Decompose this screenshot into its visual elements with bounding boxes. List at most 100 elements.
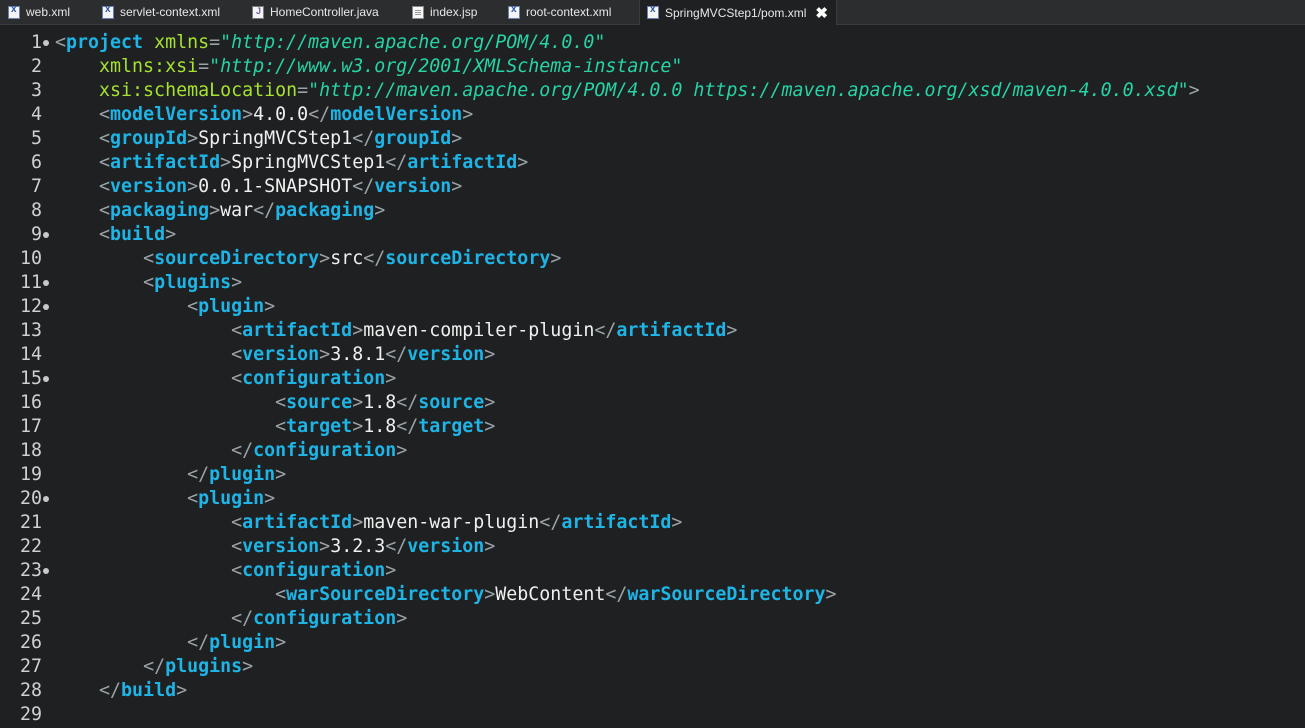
code-token: warSourceDirectory — [627, 584, 826, 605]
code-line[interactable]: 17 <target>1.8</target> — [0, 415, 1305, 439]
code-token: > — [484, 584, 496, 605]
code-token: > — [550, 248, 562, 269]
code-line[interactable]: 13 <artifactId>maven-compiler-plugin</ar… — [0, 319, 1305, 343]
tab-web-xml[interactable]: web.xml — [8, 0, 70, 24]
code-line[interactable]: 14 <version>3.8.1</version> — [0, 343, 1305, 367]
code-line[interactable]: 5 <groupId>SpringMVCStep1</groupId> — [0, 127, 1305, 151]
code-line[interactable]: 11 <plugins> — [0, 271, 1305, 295]
tab-homecontroller-java[interactable]: HomeController.java — [252, 0, 379, 24]
code-line[interactable]: 10 <sourceDirectory>src</sourceDirectory… — [0, 247, 1305, 271]
fold-toggle-icon[interactable] — [43, 280, 49, 286]
code-token: < — [231, 344, 243, 365]
code-line[interactable]: 2 xmlns:xsi="http://www.w3.org/2001/XMLS… — [0, 55, 1305, 79]
code-line[interactable]: 26 </plugin> — [0, 631, 1305, 655]
code-token: xmlns:xsi — [99, 56, 199, 77]
tab-label: index.jsp — [430, 5, 478, 19]
code-token: > — [275, 464, 287, 485]
code-token: packaging — [275, 200, 375, 221]
code-line[interactable]: 3 xsi:schemaLocation="http://maven.apach… — [0, 79, 1305, 103]
code-token: > — [1188, 80, 1200, 101]
code-token: version — [407, 536, 485, 557]
code-line[interactable]: 15 <configuration> — [0, 367, 1305, 391]
code-token: > — [451, 176, 463, 197]
code-text: </configuration> — [55, 607, 407, 631]
code-token: > — [484, 416, 496, 437]
fold-toggle-icon[interactable] — [43, 304, 49, 310]
fold-toggle-icon[interactable] — [43, 376, 49, 382]
code-token: build — [110, 224, 166, 245]
fold-toggle-icon[interactable] — [43, 40, 49, 46]
xml-file-icon — [647, 4, 659, 19]
fold-toggle-icon[interactable] — [43, 496, 49, 502]
close-icon[interactable]: ✖ — [815, 4, 828, 22]
code-token: > — [385, 560, 397, 581]
code-line[interactable]: 4 <modelVersion>4.0.0</modelVersion> — [0, 103, 1305, 127]
code-token: </ — [187, 632, 210, 653]
code-token: version — [374, 176, 452, 197]
tab-label: web.xml — [26, 5, 71, 19]
code-line[interactable]: 27 </plugins> — [0, 655, 1305, 679]
code-token: plugin — [209, 632, 276, 653]
code-token: artifactId — [561, 512, 672, 533]
line-number: 5 — [30, 128, 42, 149]
code-line[interactable]: 7 <version>0.0.1-SNAPSHOT</version> — [0, 175, 1305, 199]
tab-servlet-context-xml[interactable]: servlet-context.xml — [102, 0, 220, 24]
code-token: > — [396, 608, 408, 629]
code-token: > — [671, 512, 683, 533]
code-token: < — [275, 416, 287, 437]
code-token: "http://maven.apache.org/POM/4.0.0 https… — [308, 80, 1189, 101]
line-number: 18 — [19, 440, 42, 461]
tab-label: SpringMVCStep1/pom.xml — [665, 5, 807, 20]
code-token: "http://www.w3.org/2001/XMLSchema-instan… — [209, 56, 683, 77]
code-token: > — [319, 536, 331, 557]
code-token: < — [99, 200, 111, 221]
code-line[interactable]: 6 <artifactId>SpringMVCStep1</artifactId… — [0, 151, 1305, 175]
code-token: > — [396, 440, 408, 461]
code-line[interactable]: 18 </configuration> — [0, 439, 1305, 463]
code-line[interactable]: 20 <plugin> — [0, 487, 1305, 511]
code-line[interactable]: 9 <build> — [0, 223, 1305, 247]
line-number: 13 — [19, 320, 42, 341]
line-number: 22 — [19, 536, 42, 557]
code-line[interactable]: 16 <source>1.8</source> — [0, 391, 1305, 415]
code-text: <target>1.8</target> — [55, 415, 495, 439]
code-editor[interactable]: 1 <project xmlns="http://maven.apache.org… — [0, 31, 1305, 728]
code-line[interactable]: 22 <version>3.2.3</version> — [0, 535, 1305, 559]
line-number: 11 — [19, 272, 42, 293]
fold-toggle-icon[interactable] — [43, 568, 49, 574]
code-line[interactable]: 12 <plugin> — [0, 295, 1305, 319]
code-text: <version>3.2.3</version> — [55, 535, 495, 559]
line-number: 24 — [19, 584, 42, 605]
code-token: </ — [363, 248, 386, 269]
code-line[interactable]: 24 <warSourceDirectory>WebContent</warSo… — [0, 583, 1305, 607]
tab-pom-xml[interactable]: SpringMVCStep1/pom.xml ✖ — [639, 0, 837, 25]
editor-tab-bar: web.xml servlet-context.xml HomeControll… — [0, 0, 1305, 25]
fold-toggle-icon[interactable] — [43, 232, 49, 238]
code-text: <groupId>SpringMVCStep1</groupId> — [55, 127, 462, 151]
tab-index-jsp[interactable]: index.jsp — [412, 0, 477, 24]
code-token: version — [110, 176, 188, 197]
line-number: 20 — [19, 488, 42, 509]
code-token: configuration — [253, 440, 397, 461]
code-token: </ — [231, 608, 254, 629]
code-line[interactable]: 29 — [0, 703, 1305, 727]
code-token: target — [286, 416, 353, 437]
code-line[interactable]: 19 </plugin> — [0, 463, 1305, 487]
code-token: groupId — [374, 128, 452, 149]
code-text: </plugins> — [55, 655, 253, 679]
code-token: </ — [396, 392, 419, 413]
code-line[interactable]: 8 <packaging>war</packaging> — [0, 199, 1305, 223]
line-number: 4 — [30, 104, 42, 125]
tab-root-context-xml[interactable]: root-context.xml — [508, 0, 611, 24]
code-line[interactable]: 25 </configuration> — [0, 607, 1305, 631]
code-text: </plugin> — [55, 631, 286, 655]
line-number: 2 — [30, 56, 42, 77]
code-text: <plugins> — [55, 271, 242, 295]
code-line[interactable]: 21 <artifactId>maven-war-plugin</artifac… — [0, 511, 1305, 535]
code-line[interactable]: 23 <configuration> — [0, 559, 1305, 583]
code-token: < — [55, 32, 67, 53]
code-line[interactable]: 1 <project xmlns="http://maven.apache.org… — [0, 31, 1305, 55]
code-line[interactable]: 28 </build> — [0, 679, 1305, 703]
code-token: 3.8.1 — [330, 344, 386, 365]
code-token: modelVersion — [110, 104, 243, 125]
